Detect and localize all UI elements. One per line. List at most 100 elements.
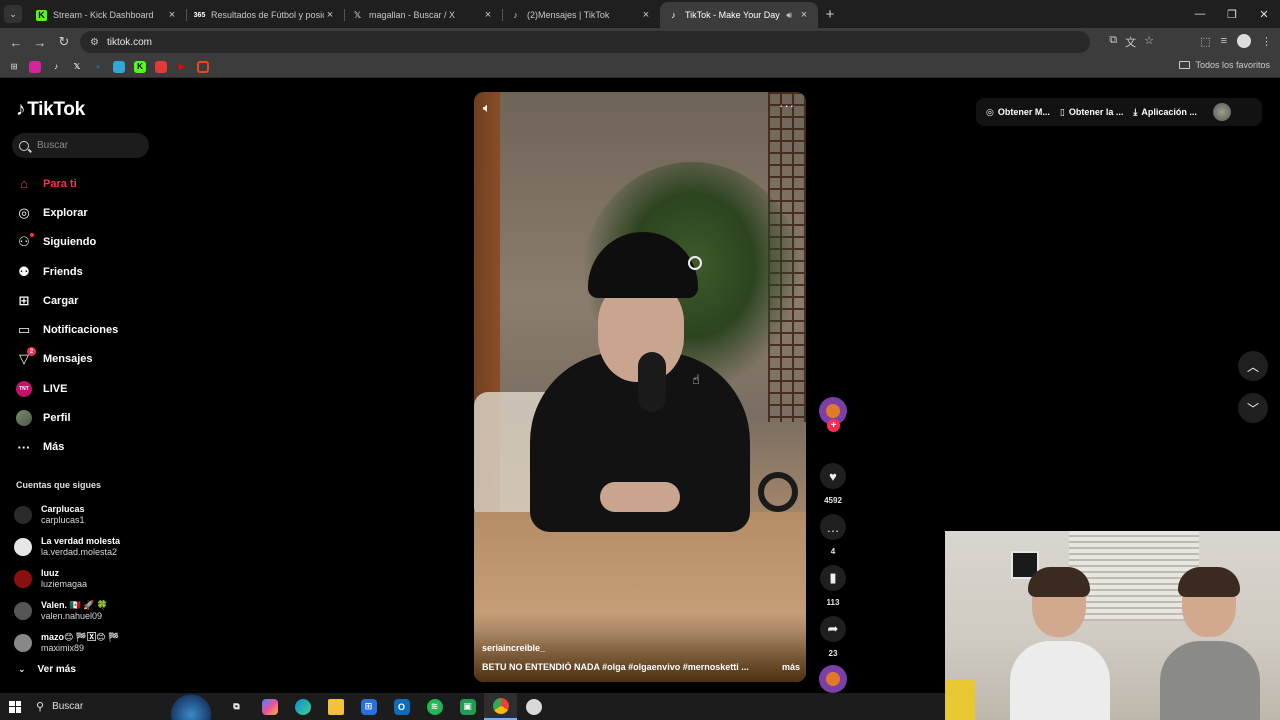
- get-coins-button[interactable]: ◎ Obtener M...: [986, 107, 1050, 118]
- comment-icon[interactable]: …: [820, 514, 846, 540]
- video-more-link[interactable]: más: [782, 662, 800, 672]
- site-info-icon[interactable]: ⚙︎: [90, 37, 99, 48]
- task-view-button[interactable]: ⧉: [220, 693, 253, 720]
- new-tab-button[interactable]: +: [818, 2, 842, 26]
- close-tab-icon[interactable]: ×: [482, 9, 494, 21]
- dot-icon[interactable]: ●: [92, 61, 104, 73]
- search-input[interactable]: Buscar: [12, 133, 149, 158]
- outlook-button[interactable]: O: [385, 693, 418, 720]
- copilot-button[interactable]: [253, 693, 286, 720]
- play-store-icon[interactable]: [113, 60, 125, 73]
- spotify-button[interactable]: ≋: [418, 693, 451, 720]
- follow-plus-icon[interactable]: +: [827, 419, 840, 432]
- nav-item-perfil[interactable]: Perfil: [16, 403, 118, 432]
- notifications-icon: ▭: [17, 322, 31, 338]
- tab-search-button[interactable]: ⌄: [4, 5, 22, 23]
- tiktok-icon[interactable]: ♪: [50, 61, 62, 73]
- menu-icon[interactable]: ⋮: [1261, 35, 1272, 48]
- orange-app-icon[interactable]: [197, 60, 209, 73]
- previous-video-button[interactable]: ︿: [1238, 351, 1268, 381]
- taskbar-search[interactable]: ⚲ Buscar: [36, 700, 166, 713]
- instagram-icon[interactable]: [29, 60, 41, 73]
- forward-icon[interactable]: →: [28, 35, 52, 50]
- browser-tab[interactable]: ♪ (2)Mensajes | TikTok ×: [502, 2, 660, 28]
- close-tab-icon[interactable]: ×: [324, 9, 336, 21]
- account-username: valen.nahuel09: [41, 611, 103, 621]
- x-icon[interactable]: 𝕏: [71, 61, 83, 73]
- address-bar[interactable]: ⚙︎ tiktok.com: [80, 31, 1090, 53]
- install-app-icon[interactable]: ⧉: [1109, 34, 1117, 50]
- close-tab-icon[interactable]: ×: [166, 9, 178, 21]
- music-disc-icon[interactable]: [819, 665, 847, 693]
- following-account[interactable]: mazo😊 🏁🅇😊 🏁 maximix89: [14, 627, 120, 659]
- nav-item-explorar[interactable]: ◎ Explorar: [16, 198, 118, 227]
- red-app-icon[interactable]: [155, 60, 167, 73]
- close-window-icon[interactable]: ✕: [1248, 0, 1280, 28]
- profile-avatar[interactable]: [1237, 34, 1251, 48]
- all-bookmarks[interactable]: Todos los favoritos: [1179, 60, 1270, 70]
- browser-tab[interactable]: K Stream - Kick Dashboard ×: [28, 2, 186, 28]
- start-button[interactable]: [0, 693, 30, 720]
- share-icon[interactable]: ➦: [820, 616, 846, 642]
- kick-icon[interactable]: K: [134, 60, 146, 73]
- obs-button[interactable]: ▣: [451, 693, 484, 720]
- video-author[interactable]: seriaincreible_: [482, 643, 545, 653]
- tiktok-logo[interactable]: ♪ TikTok: [16, 99, 85, 121]
- nav-item-siguiendo[interactable]: ⚇ Siguiendo: [16, 228, 118, 257]
- apps-grid-icon[interactable]: ⊞: [8, 61, 20, 73]
- youtube-icon[interactable]: ▶: [176, 61, 188, 73]
- creator-avatar[interactable]: +: [819, 397, 847, 432]
- like-action[interactable]: ♥ 4592: [818, 463, 848, 505]
- speaker-icon[interactable]: 🔊︎: [786, 10, 792, 21]
- media-control-icon[interactable]: ≡: [1221, 35, 1227, 47]
- main-nav: ⌂ Para ti ◎ Explorar ⚇ Siguiendo ⚉ Frien…: [16, 169, 118, 462]
- tab-title: Stream - Kick Dashboard: [53, 10, 154, 20]
- following-account[interactable]: luuz luziemagaa: [14, 563, 120, 595]
- video-more-icon[interactable]: ···: [779, 98, 795, 113]
- pc-app-button[interactable]: ⤓ Aplicación ...: [1133, 107, 1197, 118]
- widgets-globe-icon[interactable]: [166, 693, 216, 720]
- close-tab-icon[interactable]: ×: [640, 9, 652, 21]
- minimize-icon[interactable]: —: [1184, 0, 1216, 28]
- user-avatar[interactable]: [1212, 103, 1231, 121]
- get-app-button[interactable]: ▯ Obtener la ...: [1060, 107, 1123, 118]
- bookmark-icon[interactable]: ▮: [820, 565, 846, 591]
- nav-item-cargar[interactable]: ⊞ Cargar: [16, 286, 118, 315]
- video-player[interactable]: 🔈︎ ··· seriaincreible_ BETU NO ENTENDIÓ …: [474, 92, 806, 682]
- close-tab-icon[interactable]: ×: [798, 9, 810, 21]
- profile-avatar: [16, 410, 32, 427]
- nav-item-notificaciones[interactable]: ▭ Notificaciones: [16, 315, 118, 344]
- extra-app-button[interactable]: [517, 693, 550, 720]
- file-explorer-button[interactable]: [319, 693, 352, 720]
- nav-item-live[interactable]: TNT LIVE: [16, 374, 118, 403]
- nav-item-mensajes[interactable]: ▽ 2 Mensajes: [16, 345, 118, 374]
- translate-icon[interactable]: 文: [1125, 34, 1136, 50]
- reload-icon[interactable]: ↻: [52, 34, 76, 50]
- restore-icon[interactable]: ❐: [1216, 0, 1248, 28]
- nav-item-friends[interactable]: ⚉ Friends: [16, 257, 118, 286]
- pc-app-label: Aplicación ...: [1141, 107, 1197, 117]
- save-action[interactable]: ▮ 113: [818, 565, 848, 607]
- following-account[interactable]: Carplucas carplucas1: [14, 499, 120, 531]
- store-button[interactable]: ⊞: [352, 693, 385, 720]
- browser-tab[interactable]: 365 Resultados de Fútbol y posiciones ×: [186, 2, 344, 28]
- comment-action[interactable]: … 4: [818, 514, 848, 556]
- browser-tab-active[interactable]: ♪ TikTok - Make Your Day 🔊︎ ×: [660, 2, 818, 28]
- tab-title: magallan - Buscar / X: [369, 10, 456, 20]
- heart-icon[interactable]: ♥: [820, 463, 846, 489]
- following-account[interactable]: La verdad molesta la.verdad.molesta2: [14, 531, 120, 563]
- share-action[interactable]: ➦ 23: [818, 616, 848, 658]
- volume-icon[interactable]: 🔈︎: [483, 100, 491, 116]
- following-account[interactable]: Valen. 🇲🇽 🚀 🍀 valen.nahuel09: [14, 595, 120, 627]
- extensions-icon[interactable]: ⬚: [1200, 35, 1210, 48]
- chrome-button[interactable]: [484, 693, 517, 720]
- bookmark-star-icon[interactable]: ☆: [1144, 34, 1154, 50]
- nav-item-mas[interactable]: ··· Más: [16, 433, 118, 462]
- back-icon[interactable]: ←: [4, 35, 28, 50]
- next-video-button[interactable]: ﹀: [1238, 393, 1268, 423]
- see-more-button[interactable]: ⌄ Ver más: [18, 664, 76, 675]
- browser-tab[interactable]: 𝕏 magallan - Buscar / X ×: [344, 2, 502, 28]
- window-controls: — ❐ ✕: [1184, 0, 1280, 28]
- edge-button[interactable]: [286, 693, 319, 720]
- nav-item-para-ti[interactable]: ⌂ Para ti: [16, 169, 118, 198]
